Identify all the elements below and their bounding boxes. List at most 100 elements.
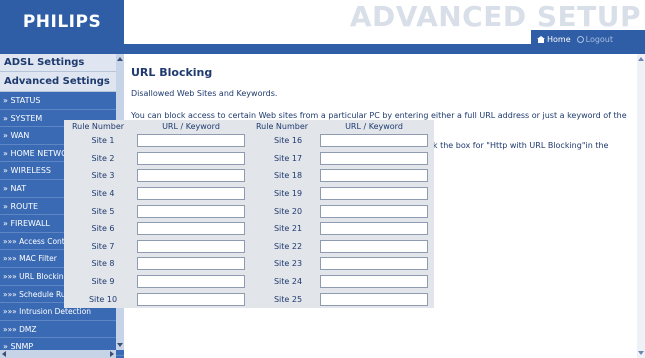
rule-number-label: Site 22: [250, 237, 314, 256]
url-keyword-input[interactable]: [320, 239, 428, 253]
table-row: Site 3 Site 18: [64, 167, 434, 185]
logout-icon: [576, 35, 584, 43]
url-keyword-cell: [132, 237, 250, 256]
rule-number-label: Site 6: [64, 219, 132, 238]
url-keyword-input[interactable]: [320, 151, 428, 165]
url-keyword-input[interactable]: [137, 292, 245, 306]
rule-number-label: Site 2: [64, 149, 132, 168]
rule-number-label: Site 23: [250, 255, 314, 273]
table-row: Site 9 Site 24: [64, 272, 434, 291]
url-keyword-input[interactable]: [137, 169, 245, 183]
table-row: Site 2 Site 17: [64, 149, 434, 168]
rule-number-label: Site 8: [64, 255, 132, 273]
url-keyword-cell: [314, 184, 434, 203]
sidebar-item[interactable]: »»» DMZ: [0, 321, 124, 339]
url-keyword-cell: [132, 219, 250, 238]
table-row: Site 4 Site 19: [64, 184, 434, 203]
url-keyword-cell: [314, 237, 434, 256]
scroll-left-arrow-icon[interactable]: [2, 351, 6, 357]
url-keyword-cell: [132, 149, 250, 168]
column-header-url-keyword-2: URL / Keyword: [314, 120, 434, 132]
top-links: Home Logout: [531, 30, 645, 48]
home-link[interactable]: Home: [537, 35, 571, 44]
table-row: Site 6 Site 21: [64, 219, 434, 238]
url-keyword-input[interactable]: [320, 204, 428, 218]
url-keyword-cell: [132, 167, 250, 185]
table-row: Site 5 Site 20: [64, 202, 434, 220]
url-keyword-input[interactable]: [320, 257, 428, 271]
url-keyword-cell: [132, 202, 250, 220]
home-label: Home: [547, 34, 571, 44]
url-keyword-input[interactable]: [137, 187, 245, 201]
table-header-row: Rule Number URL / Keyword Rule Number UR…: [64, 120, 434, 132]
main-scroll-down-arrow-icon[interactable]: [638, 351, 644, 355]
url-keyword-input[interactable]: [320, 292, 428, 306]
url-keyword-cell: [314, 255, 434, 273]
url-keyword-cell: [132, 290, 250, 308]
sidebar-horizontal-scrollbar[interactable]: [0, 350, 116, 358]
url-keyword-cell: [314, 132, 434, 150]
url-keyword-input[interactable]: [320, 275, 428, 289]
main-scroll-up-arrow-icon[interactable]: [638, 57, 644, 61]
url-keyword-cell: [314, 219, 434, 238]
rule-number-label: Site 19: [250, 184, 314, 203]
url-keyword-cell: [132, 255, 250, 273]
column-header-rule-number: Rule Number: [64, 120, 132, 132]
url-keyword-cell: [314, 149, 434, 168]
home-icon: [537, 35, 545, 43]
table-body: Site 1 Site 16 Site 2 Site 17 Site 3 Site 18 S…: [64, 132, 434, 308]
brand-logo-text: PHILIPS: [22, 12, 102, 32]
url-keyword-input[interactable]: [320, 222, 428, 236]
rule-number-label: Site 10: [64, 290, 132, 308]
sidebar-section-advanced[interactable]: Advanced Settings: [0, 72, 124, 92]
table-row: Site 10 Site 25: [64, 290, 434, 308]
column-header-rule-number-2: Rule Number: [250, 120, 314, 132]
url-keyword-input[interactable]: [320, 134, 428, 148]
url-blocking-table-wrap: Rule Number URL / Keyword Rule Number UR…: [64, 120, 434, 308]
scroll-down-arrow-icon[interactable]: [117, 343, 123, 347]
section-title: ADVANCED SETUP: [349, 0, 641, 33]
scroll-up-arrow-icon[interactable]: [117, 57, 123, 61]
rule-number-label: Site 1: [64, 132, 132, 150]
main-vertical-scrollbar[interactable]: [637, 54, 645, 358]
url-keyword-cell: [314, 290, 434, 308]
rule-number-label: Site 18: [250, 167, 314, 185]
logout-label: Logout: [585, 34, 614, 44]
table-row: Site 1 Site 16: [64, 132, 434, 150]
rule-number-label: Site 20: [250, 202, 314, 220]
url-keyword-cell: [132, 272, 250, 291]
rule-number-label: Site 5: [64, 202, 132, 220]
url-keyword-input[interactable]: [320, 187, 428, 201]
url-keyword-input[interactable]: [137, 151, 245, 165]
rule-number-label: Site 24: [250, 272, 314, 291]
url-keyword-input[interactable]: [137, 204, 245, 218]
rule-number-label: Site 4: [64, 184, 132, 203]
page-subtitle: Disallowed Web Sites and Keywords.: [131, 89, 278, 98]
url-keyword-cell: [132, 132, 250, 150]
url-keyword-input[interactable]: [137, 134, 245, 148]
url-keyword-cell: [132, 184, 250, 203]
scroll-right-arrow-icon[interactable]: [110, 351, 114, 357]
url-keyword-input[interactable]: [137, 222, 245, 236]
rule-number-label: Site 21: [250, 219, 314, 238]
sidebar-item[interactable]: » STATUS: [0, 92, 124, 110]
rule-number-label: Site 16: [250, 132, 314, 150]
url-keyword-cell: [314, 167, 434, 185]
table-row: Site 7 Site 22: [64, 237, 434, 256]
column-header-url-keyword: URL / Keyword: [132, 120, 250, 132]
rule-number-label: Site 3: [64, 167, 132, 185]
url-keyword-cell: [314, 202, 434, 220]
logout-link[interactable]: Logout: [576, 34, 614, 44]
url-blocking-table: Rule Number URL / Keyword Rule Number UR…: [64, 120, 434, 308]
rule-number-label: Site 17: [250, 149, 314, 168]
url-keyword-input[interactable]: [320, 169, 428, 183]
logo: PHILIPS: [0, 0, 124, 44]
url-keyword-input[interactable]: [137, 257, 245, 271]
url-keyword-cell: [314, 272, 434, 291]
table-row: Site 8 Site 23: [64, 255, 434, 273]
url-keyword-input[interactable]: [137, 275, 245, 289]
page-title: URL Blocking: [131, 66, 213, 79]
rule-number-label: Site 7: [64, 237, 132, 256]
url-keyword-input[interactable]: [137, 239, 245, 253]
sidebar-section-adsl[interactable]: ADSL Settings: [0, 54, 124, 72]
